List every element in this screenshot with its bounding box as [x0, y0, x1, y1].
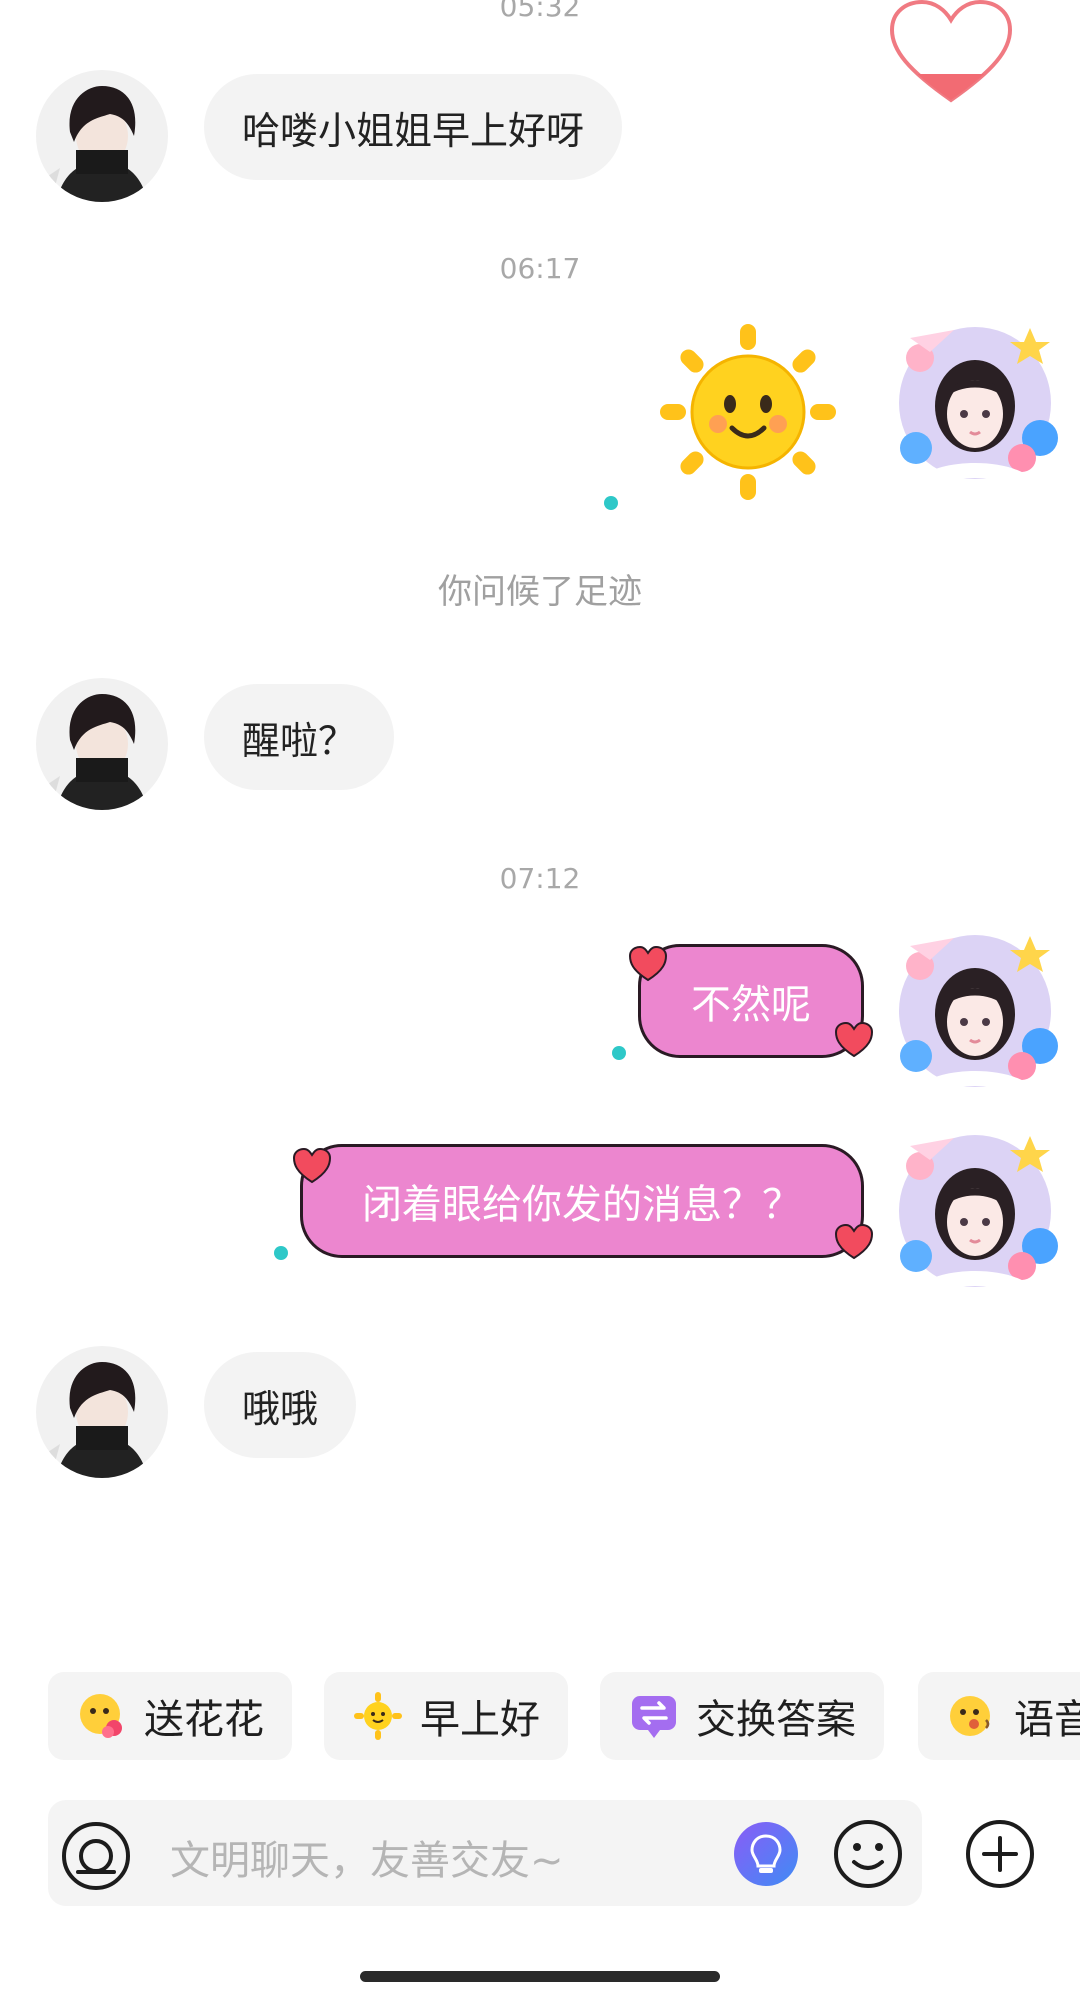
incoming-message-bubble[interactable]: 哦哦	[204, 1352, 357, 1458]
bubble-heart-decoration-icon	[292, 1147, 332, 1184]
timestamp: 07:12	[499, 862, 581, 895]
emoji-icon[interactable]	[832, 1818, 904, 1890]
chip-label: 早上好	[420, 1697, 540, 1743]
contact-avatar[interactable]	[36, 70, 168, 202]
flower-emoji-icon	[80, 1694, 122, 1738]
message-input-bar[interactable]: 文明聊天，友善交友~	[48, 1800, 922, 1906]
chip-label: 语音	[1014, 1697, 1080, 1743]
chat-screen: 05:32 哈喽小姐姐早上好呀 06:17 你问候了足迹 醒啦？ 07:12 不…	[0, 0, 1080, 2004]
read-dot	[604, 496, 618, 510]
read-dot	[274, 1246, 288, 1260]
outgoing-message-bubble[interactable]: 不然呢	[638, 944, 864, 1058]
incoming-message-bubble[interactable]: 醒啦？	[204, 684, 395, 790]
quick-reply-chip[interactable]: 送花花	[48, 1672, 292, 1760]
home-indicator[interactable]	[360, 1971, 720, 1982]
quick-reply-chip[interactable]: 语音	[918, 1672, 1080, 1760]
quick-reply-chip[interactable]: 交换答案	[600, 1672, 884, 1760]
my-avatar[interactable]	[890, 1126, 1060, 1296]
bubble-heart-decoration-icon	[628, 945, 668, 982]
message-text: 闭着眼给你发的消息？？	[362, 1182, 802, 1228]
incoming-message-bubble[interactable]: 哈喽小姐姐早上好呀	[204, 74, 623, 180]
system-note: 你问候了足迹	[438, 572, 642, 612]
message-input-placeholder: 文明聊天，友善交友~	[170, 1838, 564, 1884]
heart-icon[interactable]	[888, 0, 1014, 110]
ai-assistant-icon[interactable]	[732, 1820, 800, 1888]
contact-avatar[interactable]	[36, 1346, 168, 1478]
message-text: 哈喽小姐姐早上好呀	[242, 108, 585, 153]
my-avatar[interactable]	[890, 318, 1060, 488]
timestamp: 06:17	[499, 252, 581, 285]
my-avatar[interactable]	[890, 926, 1060, 1096]
message-text: 哦哦	[242, 1386, 319, 1431]
read-dot	[612, 1046, 626, 1060]
voice-emoji-icon	[950, 1696, 990, 1736]
bubble-heart-decoration-icon	[834, 1223, 874, 1260]
add-icon[interactable]	[964, 1818, 1036, 1890]
quick-reply-chip[interactable]: 早上好	[324, 1672, 568, 1760]
exchange-icon	[632, 1696, 676, 1738]
message-text: 醒啦？	[242, 718, 357, 763]
bubble-heart-decoration-icon	[834, 1021, 874, 1058]
sun-emoji-icon	[354, 1692, 402, 1740]
voice-input-icon[interactable]	[60, 1820, 132, 1892]
sun-sticker[interactable]	[656, 320, 840, 504]
quick-reply-bar: 送花花 早上好 交换答案 语音	[0, 1672, 1080, 1762]
contact-avatar[interactable]	[36, 678, 168, 810]
chip-label: 送花花	[144, 1697, 264, 1743]
outgoing-message-bubble[interactable]: 闭着眼给你发的消息？？	[300, 1144, 864, 1258]
chip-label: 交换答案	[696, 1697, 856, 1743]
message-text: 不然呢	[691, 982, 811, 1028]
